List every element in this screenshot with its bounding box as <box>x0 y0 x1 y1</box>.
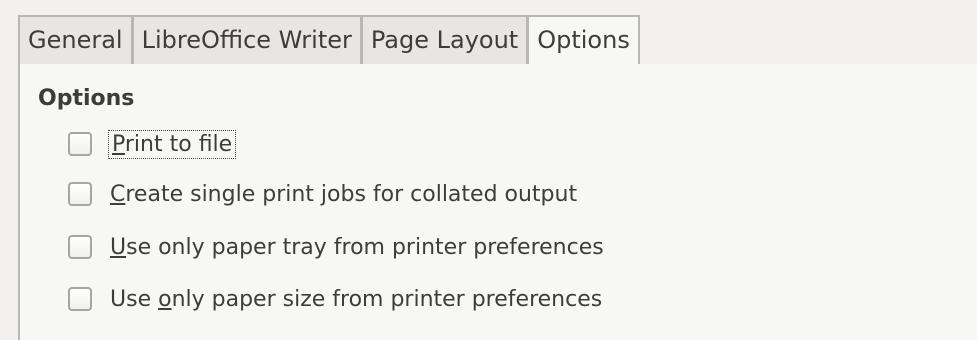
print-dialog: General LibreOffice Writer Page Layout O… <box>0 0 977 340</box>
paper-tray-option[interactable]: Use only paper tray from printer prefere… <box>68 230 604 264</box>
tab-page-layout[interactable]: Page Layout <box>360 15 528 66</box>
paper-size-label[interactable]: Use only paper size from printer prefere… <box>110 287 602 312</box>
print-to-file-option[interactable]: Print to file <box>68 127 237 161</box>
print-to-file-label[interactable]: Print to file <box>107 129 237 159</box>
tab-bar-spacer <box>639 15 977 66</box>
section-title: Options <box>38 86 135 111</box>
paper-size-option[interactable]: Use only paper size from printer prefere… <box>68 282 602 316</box>
paper-tray-checkbox[interactable] <box>68 235 92 259</box>
tab-general[interactable]: General <box>18 15 132 66</box>
tab-bar: General LibreOffice Writer Page Layout O… <box>18 15 977 66</box>
paper-size-checkbox[interactable] <box>68 287 92 311</box>
collated-print-jobs-option[interactable]: Create single print jobs for collated ou… <box>68 177 577 211</box>
options-panel: Options Print to file Create single prin… <box>18 64 977 340</box>
paper-tray-label[interactable]: Use only paper tray from printer prefere… <box>110 235 604 260</box>
print-to-file-checkbox[interactable] <box>68 132 92 156</box>
collated-print-jobs-checkbox[interactable] <box>68 182 92 206</box>
tab-libreoffice-writer[interactable]: LibreOffice Writer <box>131 15 361 66</box>
collated-print-jobs-label[interactable]: Create single print jobs for collated ou… <box>110 182 577 207</box>
tab-options[interactable]: Options <box>527 15 640 66</box>
